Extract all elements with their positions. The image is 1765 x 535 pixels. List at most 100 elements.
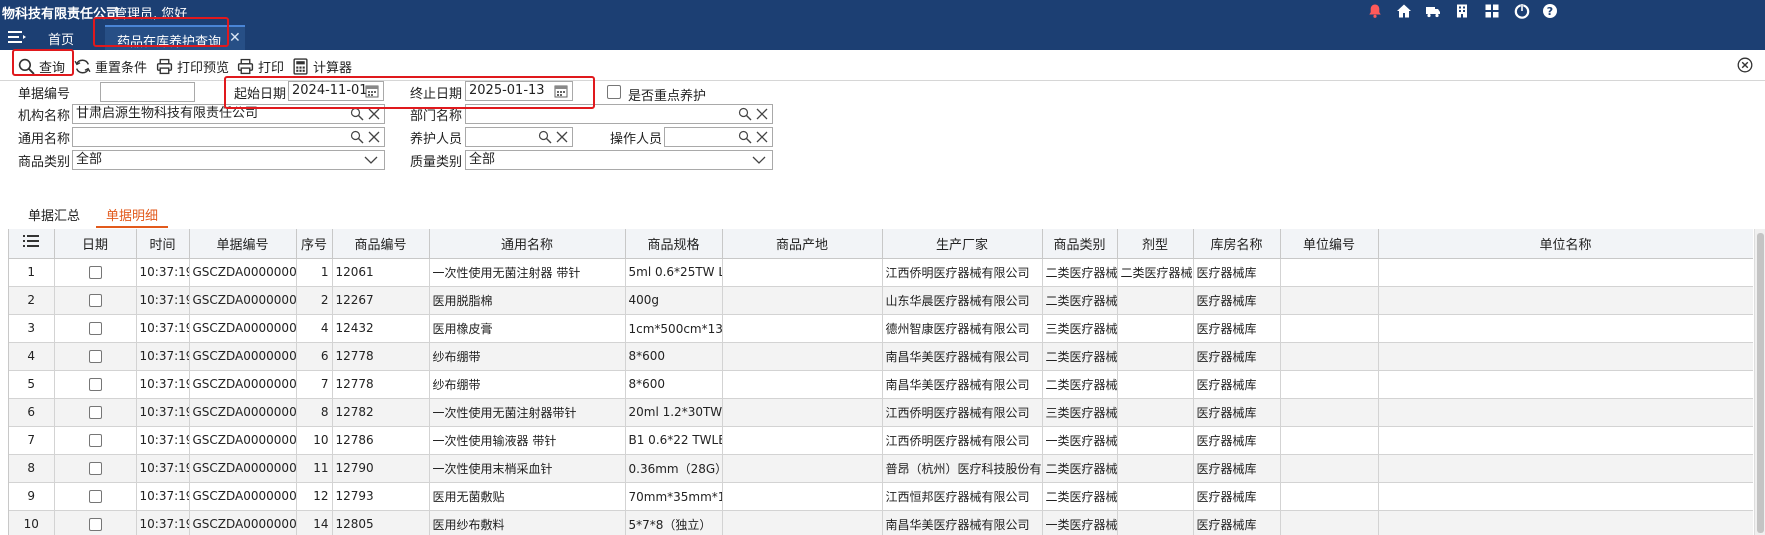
col-unit-code[interactable]: 单位编号 xyxy=(1280,229,1379,259)
col-code[interactable]: 商品编号 xyxy=(332,229,430,259)
row-checkbox[interactable] xyxy=(88,322,102,335)
cell-warehouse: 医疗器械库 xyxy=(1193,286,1281,315)
operator-input[interactable] xyxy=(664,127,773,147)
clear-icon[interactable] xyxy=(755,130,769,144)
building-icon[interactable] xyxy=(1453,2,1471,20)
table-row[interactable]: 8 10:37:19 GSCZDA00000001 11 12790 一次性使用末梢采血针… xyxy=(9,454,1753,483)
col-generic-name[interactable]: 通用名称 xyxy=(429,229,626,259)
search-icon[interactable] xyxy=(350,107,364,121)
row-date-checkbox xyxy=(54,510,137,535)
table-row[interactable]: 7 10:37:19 GSCZDA00000001 10 12786 一次性使用输液器 带… xyxy=(9,426,1753,455)
row-checkbox[interactable] xyxy=(88,490,102,503)
row-checkbox[interactable] xyxy=(88,266,102,279)
org-input[interactable]: 甘肃启源生物科技有限责任公司 xyxy=(72,104,385,124)
cell-category: 二类医疗器械 xyxy=(1042,258,1118,287)
chevron-down-icon[interactable] xyxy=(752,154,766,166)
home-icon[interactable] xyxy=(1395,2,1413,20)
close-circle-icon[interactable] xyxy=(1737,57,1755,75)
menu-toggle-icon[interactable] xyxy=(8,29,26,45)
table-row[interactable]: 1 10:37:19 GSCZDA00000001 1 12061 一次性使用无菌注射器 … xyxy=(9,258,1753,287)
col-dosage-form[interactable]: 剂型 xyxy=(1117,229,1194,259)
column-menu[interactable] xyxy=(9,229,55,259)
truck-icon[interactable] xyxy=(1424,2,1442,20)
quality-select[interactable]: 全部 xyxy=(465,150,773,170)
calendar-icon[interactable] xyxy=(365,84,379,98)
help-icon[interactable]: ? xyxy=(1541,2,1559,20)
col-seq[interactable]: 序号 xyxy=(296,229,333,259)
dept-input[interactable] xyxy=(465,104,773,124)
key-maintenance-checkbox[interactable] xyxy=(607,85,621,99)
row-checkbox[interactable] xyxy=(88,378,102,391)
cell-generic-name: 一次性使用无菌注射器带针 xyxy=(429,398,626,427)
clear-icon[interactable] xyxy=(755,107,769,121)
cell-seq: 11 xyxy=(296,454,333,483)
row-checkbox[interactable] xyxy=(88,350,102,363)
table-row[interactable]: 2 10:37:19 GSCZDA00000001 2 12267 医用脱脂棉 400g 山东… xyxy=(9,286,1753,315)
cell-warehouse: 医疗器械库 xyxy=(1193,314,1281,343)
col-doc-no[interactable]: 单据编号 xyxy=(189,229,297,259)
table-row[interactable]: 3 10:37:19 GSCZDA00000001 4 12432 医用橡皮膏 1cm*50… xyxy=(9,314,1753,343)
table-row[interactable]: 5 10:37:19 GSCZDA00000001 7 12778 纱布绷带 8*600 南昌… xyxy=(9,370,1753,399)
cell-origin xyxy=(722,314,883,343)
start-date-input[interactable]: 2024-11-01 xyxy=(288,81,384,101)
maintainer-input[interactable] xyxy=(465,127,573,147)
search-icon[interactable] xyxy=(738,130,752,144)
col-time[interactable]: 时间 xyxy=(136,229,190,259)
search-icon[interactable] xyxy=(738,107,752,121)
col-warehouse[interactable]: 库房名称 xyxy=(1193,229,1281,259)
cell-warehouse: 医疗器械库 xyxy=(1193,426,1281,455)
row-number: 8 xyxy=(9,454,55,483)
clear-icon[interactable] xyxy=(367,130,381,144)
chevron-down-icon[interactable] xyxy=(364,154,378,166)
category-select[interactable]: 全部 xyxy=(72,150,385,170)
calculator-button[interactable]: 计算器 xyxy=(292,56,352,76)
row-checkbox[interactable] xyxy=(88,462,102,475)
clear-icon[interactable] xyxy=(367,107,381,121)
bell-icon[interactable] xyxy=(1366,2,1384,20)
tab-doc-detail[interactable]: 单据明细 xyxy=(96,205,169,228)
grid-apps-icon[interactable] xyxy=(1483,2,1501,20)
row-checkbox[interactable] xyxy=(88,294,102,307)
print-button[interactable]: 打印 xyxy=(237,56,284,76)
vertical-scrollbar[interactable] xyxy=(1754,229,1765,535)
row-checkbox[interactable] xyxy=(88,406,102,419)
row-checkbox[interactable] xyxy=(88,434,102,447)
table-row[interactable]: 6 10:37:19 GSCZDA00000001 8 12782 一次性使用无菌注射器带… xyxy=(9,398,1753,427)
cell-origin xyxy=(722,342,883,371)
col-category[interactable]: 商品类别 xyxy=(1042,229,1118,259)
row-checkbox[interactable] xyxy=(88,518,102,531)
list-icon[interactable] xyxy=(23,234,40,248)
doc-no-input[interactable] xyxy=(100,82,195,102)
scrollbar-thumb[interactable] xyxy=(1757,233,1764,533)
cell-code: 12805 xyxy=(332,510,430,535)
power-icon[interactable] xyxy=(1513,2,1531,20)
query-button[interactable]: 查询 xyxy=(18,56,65,76)
cell-origin xyxy=(722,398,883,427)
search-icon[interactable] xyxy=(538,130,552,144)
cell-doc-no: GSCZDA00000001 xyxy=(189,510,297,535)
reset-button[interactable]: 重置条件 xyxy=(74,56,147,76)
col-origin[interactable]: 商品产地 xyxy=(722,229,883,259)
cell-dosage-form xyxy=(1117,370,1194,399)
cell-manufacturer: 南昌华美医疗器械有限公司 xyxy=(882,370,1043,399)
col-unit-name[interactable]: 单位名称 xyxy=(1378,229,1753,259)
table-row[interactable]: 9 10:37:19 GSCZDA00000001 12 12793 医用无菌敷贴 70mm… xyxy=(9,482,1753,511)
table-row[interactable]: 4 10:37:19 GSCZDA00000001 6 12778 纱布绷带 8*600 南昌… xyxy=(9,342,1753,371)
tab-doc-summary[interactable]: 单据汇总 xyxy=(28,205,80,224)
tab-drug-maintenance-query[interactable]: 药品在库养护查询 ✕ xyxy=(105,25,245,50)
print-preview-button[interactable]: 打印预览 xyxy=(156,56,229,76)
col-manufacturer[interactable]: 生产厂家 xyxy=(882,229,1043,259)
table-row[interactable]: 10 10:37:19 GSCZDA00000001 14 12805 医用纱布敷料 5*7… xyxy=(9,510,1753,535)
clear-icon[interactable] xyxy=(555,130,569,144)
tab-home[interactable]: 首页 xyxy=(48,29,74,48)
cell-unit-code xyxy=(1280,426,1379,455)
calendar-icon[interactable] xyxy=(554,84,568,98)
col-spec[interactable]: 商品规格 xyxy=(625,229,723,259)
end-date-input[interactable]: 2025-01-13 xyxy=(465,81,573,101)
close-tab-icon[interactable]: ✕ xyxy=(229,30,241,46)
search-icon[interactable] xyxy=(350,130,364,144)
col-date[interactable]: 日期 xyxy=(54,229,137,259)
start-date-value: 2024-11-01 xyxy=(292,83,368,98)
generic-name-input[interactable] xyxy=(72,127,385,147)
cell-manufacturer: 德州智康医疗器械有限公司 xyxy=(882,314,1043,343)
